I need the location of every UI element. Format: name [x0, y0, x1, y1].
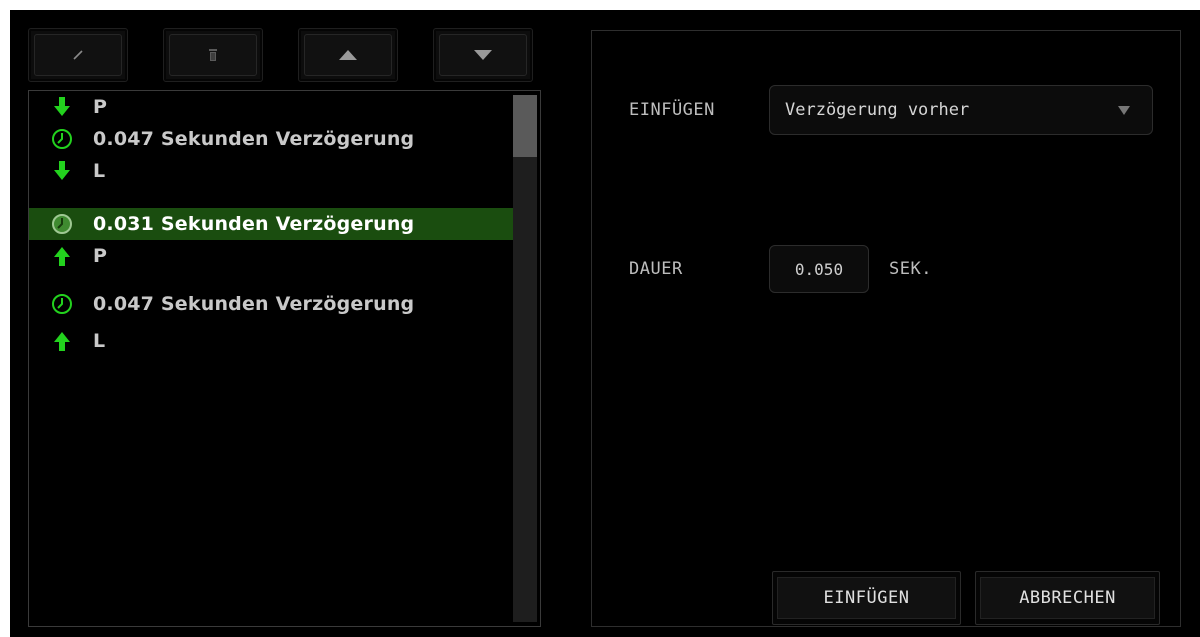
scrollbar-thumb[interactable] [513, 95, 537, 157]
list-item-label: 0.031 Sekunden Verzögerung [93, 213, 415, 235]
scrollbar-track[interactable] [513, 95, 537, 622]
insert-type-label: EINFÜGEN [629, 100, 715, 120]
insert-panel: EINFÜGEN Verzögerung vorher DAUER 0.050 … [591, 30, 1181, 627]
arrow-up-icon [49, 329, 75, 353]
insert-type-selected: Verzögerung vorher [785, 100, 970, 120]
list-item[interactable]: 0.047 Sekunden Verzögerung [29, 123, 513, 155]
list-item-label: L [93, 330, 106, 352]
trash-icon [209, 49, 217, 61]
cancel-button-label: ABBRECHEN [980, 577, 1155, 619]
chevron-down-icon [1118, 106, 1130, 115]
triangle-down-icon [474, 50, 492, 60]
move-down-button[interactable] [433, 28, 533, 82]
list-item-label: 0.047 Sekunden Verzögerung [93, 293, 415, 315]
list-item-label: P [93, 96, 108, 118]
list-item-selected[interactable]: 0.031 Sekunden Verzögerung [29, 208, 513, 240]
duration-input[interactable]: 0.050 [769, 245, 869, 293]
clock-icon [49, 212, 75, 236]
list-item[interactable]: P [29, 240, 513, 272]
clock-icon [49, 292, 75, 316]
arrow-down-icon [49, 95, 75, 119]
move-up-button[interactable] [298, 28, 398, 82]
insert-button[interactable]: EINFÜGEN [772, 571, 961, 625]
list-item-label: L [93, 160, 106, 182]
arrow-up-icon [49, 244, 75, 268]
list-item[interactable]: P [29, 91, 513, 123]
pencil-icon [73, 50, 83, 60]
list-item-label: P [93, 245, 108, 267]
duration-label: DAUER [629, 259, 683, 279]
edit-button[interactable] [28, 28, 128, 82]
delete-button[interactable] [163, 28, 263, 82]
cancel-button[interactable]: ABBRECHEN [975, 571, 1160, 625]
triangle-up-icon [339, 50, 357, 60]
list-item[interactable]: L [29, 325, 513, 357]
macro-event-list[interactable]: P 0.047 Sekunden Verzögerung L 0.031 Sek… [28, 90, 541, 627]
insert-type-dropdown[interactable]: Verzögerung vorher [769, 85, 1153, 135]
insert-button-label: EINFÜGEN [777, 577, 956, 619]
arrow-down-icon [49, 159, 75, 183]
list-item[interactable]: L [29, 155, 513, 187]
list-item[interactable]: 0.047 Sekunden Verzögerung [29, 288, 513, 320]
list-item-label: 0.047 Sekunden Verzögerung [93, 128, 415, 150]
clock-icon [49, 127, 75, 151]
duration-unit: SEK. [889, 259, 932, 279]
